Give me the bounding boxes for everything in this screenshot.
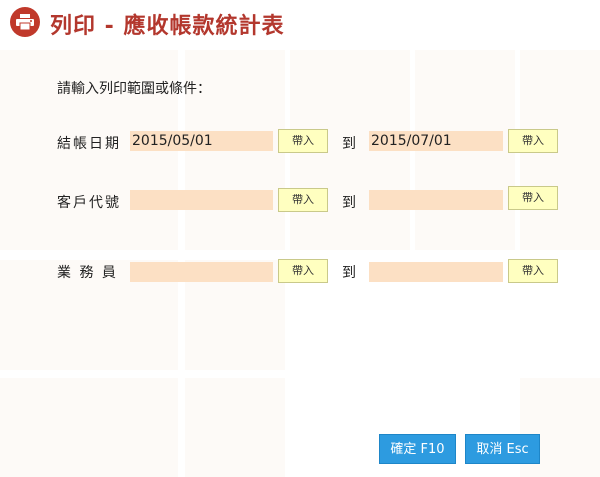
salesperson-to-bring-button[interactable]: 帶入 — [508, 259, 558, 283]
confirm-button[interactable]: 確定 F10 — [379, 434, 456, 464]
salesperson-to-field[interactable] — [369, 262, 503, 282]
label-salesperson: 業 務 員 — [57, 265, 118, 281]
customer-code-from-field[interactable] — [130, 190, 273, 210]
closing-date-to-bring-button[interactable]: 帶入 — [508, 129, 558, 153]
to-label: 到 — [342, 136, 356, 152]
window-header: 列印 - 應收帳款統計表 — [0, 0, 600, 44]
closing-date-from-field[interactable]: 2015/05/01 — [130, 131, 273, 151]
salesperson-from-bring-button[interactable]: 帶入 — [278, 259, 328, 283]
customer-code-from-bring-button[interactable]: 帶入 — [278, 188, 328, 212]
cancel-button[interactable]: 取消 Esc — [465, 434, 540, 464]
instruction-text: 請輸入列印範圍或條件： — [57, 81, 211, 97]
to-label: 到 — [342, 195, 356, 211]
salesperson-from-field[interactable] — [130, 262, 273, 282]
customer-code-to-field[interactable] — [369, 190, 503, 210]
background-tile — [0, 378, 178, 477]
background-tile — [185, 378, 285, 477]
label-closing-date: 結帳日期 — [57, 136, 121, 152]
to-label: 到 — [342, 265, 356, 281]
closing-date-to-field[interactable]: 2015/07/01 — [369, 131, 503, 151]
page-title: 列印 - 應收帳款統計表 — [50, 14, 285, 39]
closing-date-from-bring-button[interactable]: 帶入 — [278, 129, 328, 153]
customer-code-to-bring-button[interactable]: 帶入 — [508, 186, 558, 210]
printer-icon — [10, 7, 40, 37]
label-customer-code: 客戶代號 — [57, 195, 121, 211]
